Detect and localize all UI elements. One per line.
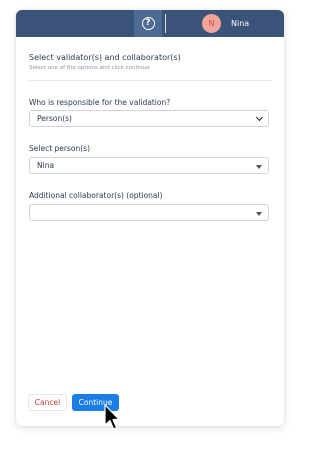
responsible-select[interactable]: Person(s) [29, 110, 269, 127]
collaborators-label: Additional collaborator(s) (optional) [29, 191, 163, 200]
question-circle-icon: ? [141, 17, 155, 30]
caret-down-icon [256, 165, 262, 169]
dialog-panel: ? N Nina Select validator(s) and collabo… [16, 10, 284, 426]
persons-label: Select person(s) [29, 144, 90, 153]
mouse-cursor-icon [104, 404, 120, 430]
avatar: N [202, 14, 221, 33]
responsible-value: Person(s) [37, 114, 72, 123]
responsible-label: Who is responsible for the validation? [29, 98, 171, 107]
dialog-title: Select validator(s) and collaborator(s) [29, 53, 181, 62]
chevron-down-icon [255, 113, 264, 122]
dialog-subtitle: Select one of the options and click cont… [29, 65, 150, 71]
top-bar: ? N Nina [16, 10, 284, 37]
divider [29, 80, 271, 81]
persons-select[interactable]: Nina [29, 157, 269, 174]
topbar-divider [165, 14, 166, 33]
user-menu[interactable]: N Nina [202, 13, 249, 34]
user-name: Nina [231, 19, 250, 28]
collaborators-select[interactable] [29, 204, 269, 221]
caret-down-icon [256, 212, 262, 216]
cancel-button[interactable]: Cancel [28, 394, 67, 411]
persons-value: Nina [37, 161, 55, 170]
help-button[interactable]: ? [134, 10, 162, 37]
